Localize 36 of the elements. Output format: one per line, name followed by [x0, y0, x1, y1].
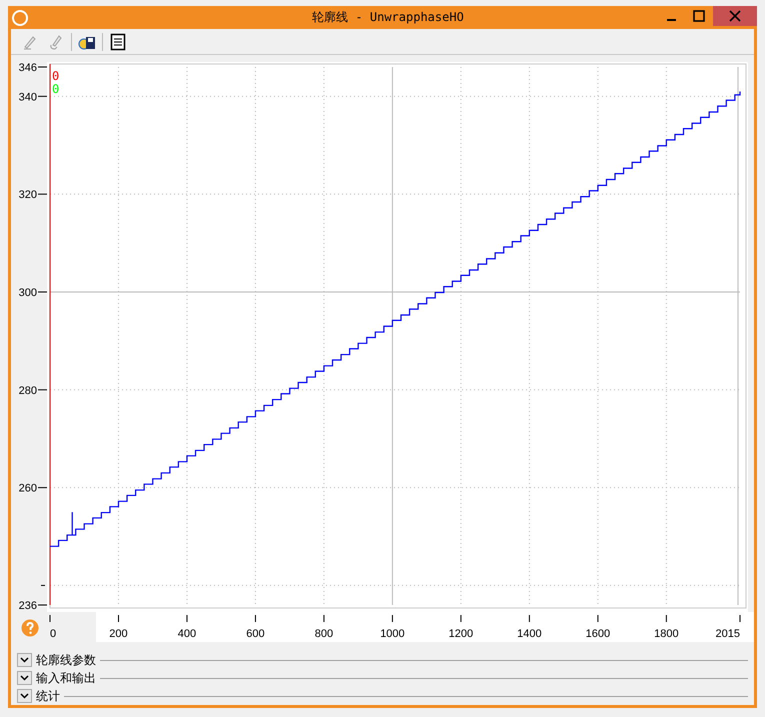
x-tick-label: 1200: [448, 628, 474, 640]
marker-label: 0: [52, 69, 60, 83]
x-tick-label: 200: [109, 628, 128, 640]
x-tick-label: 0: [50, 628, 56, 640]
minimize-icon: [666, 18, 676, 21]
y-tick-label: 320: [18, 189, 37, 202]
section-title: 统计: [36, 688, 60, 704]
x-tick-label: 400: [178, 628, 196, 640]
y-tick-label: 340: [18, 91, 37, 104]
chevron-icon: [20, 675, 29, 681]
y-tick-label: 280: [18, 384, 37, 397]
section-title: 轮廓线参数: [36, 652, 96, 668]
x-tick-label: 2015: [716, 628, 740, 640]
expand-toggle[interactable]: [17, 689, 32, 703]
close-button[interactable]: [713, 6, 757, 26]
close-icon: [729, 10, 741, 22]
x-tick-label: 800: [314, 628, 334, 640]
document-icon: [110, 32, 126, 51]
x-tick-label: 1600: [586, 628, 610, 640]
y-tick-label: 300: [18, 286, 37, 299]
y-tick-label: 346: [18, 62, 37, 74]
marker-label: 0: [52, 82, 60, 96]
chevron-icon: [20, 657, 29, 663]
expand-toggle[interactable]: [17, 653, 32, 667]
app-logo-icon: [11, 8, 29, 27]
chevron-icon: [20, 693, 29, 699]
x-tick-label: 1400: [517, 628, 542, 640]
maximize-icon: [693, 10, 705, 22]
y-tick-label: 236: [18, 600, 37, 612]
section-title: 输入和输出: [36, 670, 96, 686]
x-tick-label: 600: [246, 628, 265, 640]
window-title: 轮廓线 - UnwrapphaseHO: [312, 9, 464, 26]
expand-toggle[interactable]: [17, 671, 32, 685]
x-tick-label: 1800: [654, 628, 679, 640]
x-tick-label: 1000: [380, 628, 405, 640]
y-tick-label: 260: [18, 482, 37, 495]
